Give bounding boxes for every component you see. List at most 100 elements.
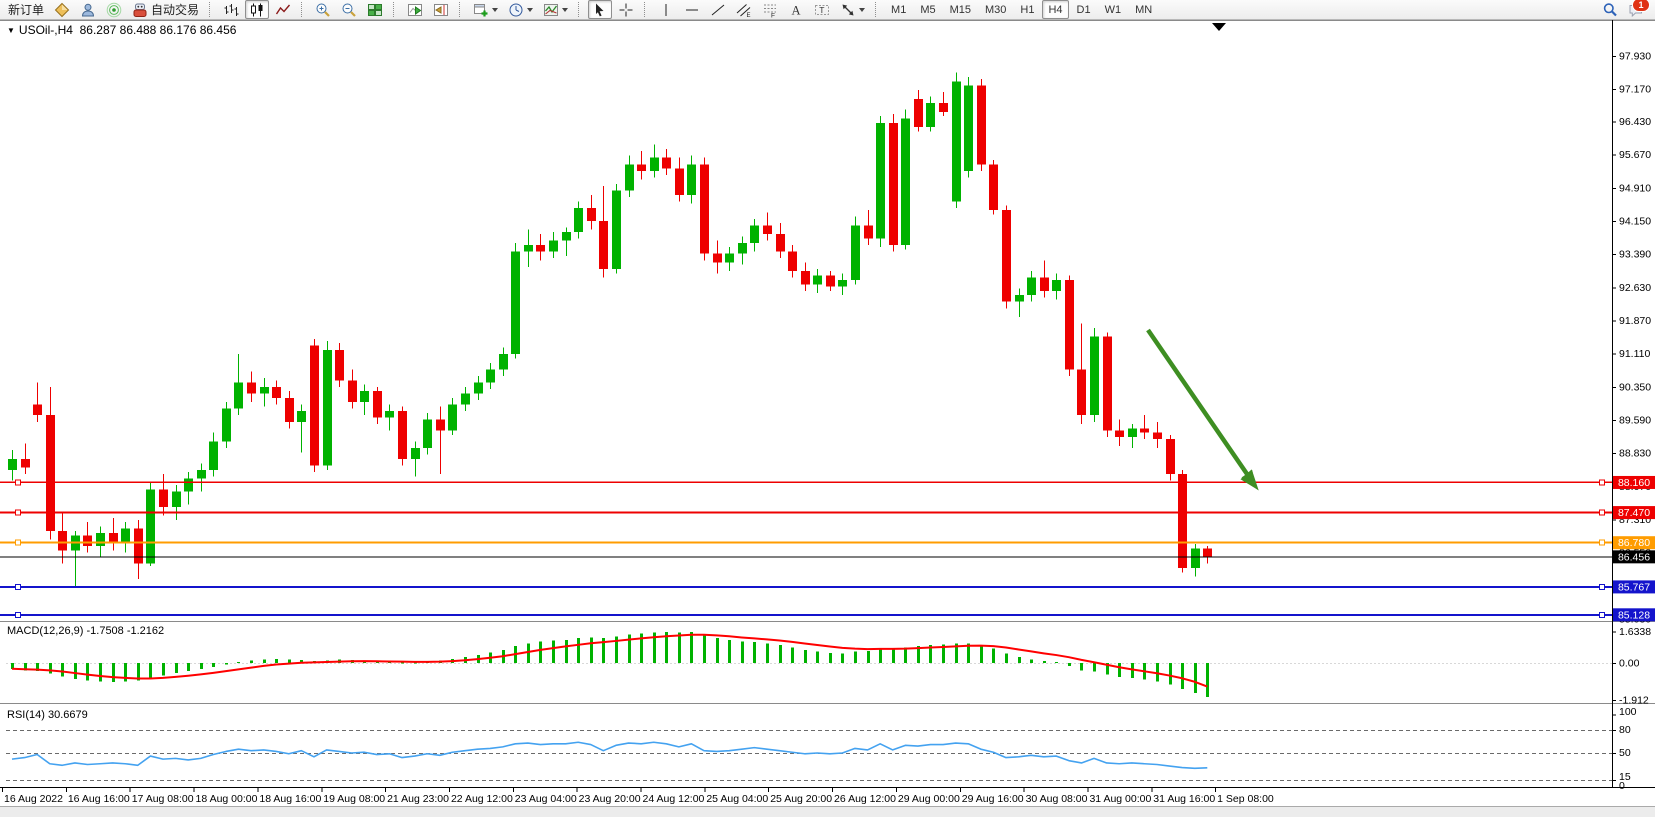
price-tick-label: 96.430 — [1619, 116, 1651, 128]
text-label-icon[interactable]: T — [810, 0, 834, 19]
zoom-in-icon[interactable] — [311, 0, 335, 19]
equidistant-channel-icon: E — [736, 2, 752, 18]
timeframe-button-mn[interactable]: MN — [1129, 0, 1158, 19]
timeframe-button-m5[interactable]: M5 — [914, 0, 941, 19]
time-tick-label: 1 Sep 08:00 — [1217, 793, 1274, 805]
price-tick-label: 95.670 — [1619, 149, 1651, 161]
zoom-out-icon — [341, 2, 357, 18]
line-handle[interactable] — [1600, 510, 1605, 515]
chart-shift-icon[interactable] — [429, 0, 453, 19]
macd-tick-label: 0.00 — [1619, 658, 1640, 670]
time-tick-label: 25 Aug 20:00 — [770, 793, 832, 805]
new-chart-icon[interactable] — [469, 0, 502, 19]
templates-icon[interactable] — [539, 0, 572, 19]
line-chart-icon[interactable] — [271, 0, 295, 19]
bottom-strip — [0, 806, 1655, 817]
toolbar-separator — [578, 2, 583, 17]
toolbar-separator — [875, 2, 880, 17]
text-label-icon: T — [814, 2, 830, 18]
cursor-icon[interactable] — [588, 0, 612, 19]
line-handle[interactable] — [16, 584, 21, 589]
time-tick-label: 18 Aug 00:00 — [196, 793, 258, 805]
arrows-icon — [840, 2, 856, 18]
time-tick-label: 18 Aug 16:00 — [259, 793, 321, 805]
price-tick-label: 89.590 — [1619, 415, 1651, 427]
rsi-tick-label: 80 — [1619, 724, 1631, 736]
tile-windows-icon[interactable] — [363, 0, 387, 19]
autotrading-button[interactable]: 自动交易 — [128, 0, 203, 19]
timeframe-button-h1[interactable]: H1 — [1014, 0, 1040, 19]
metaeditor-icon[interactable] — [50, 0, 74, 19]
timeframe-button-h4[interactable]: H4 — [1042, 0, 1068, 19]
timeframe-button-m15[interactable]: M15 — [944, 0, 977, 19]
time-tick-label: 31 Aug 00:00 — [1089, 793, 1151, 805]
price-badge-86.780: 86.780 — [1618, 537, 1650, 549]
line-handle[interactable] — [16, 510, 21, 515]
fibonacci-icon[interactable]: F — [758, 0, 782, 19]
line-handle[interactable] — [1600, 480, 1605, 485]
toolbar-separator — [644, 2, 649, 17]
time-tick-label: 16 Aug 16:00 — [68, 793, 130, 805]
timeframe-button-d1[interactable]: D1 — [1071, 0, 1097, 19]
chevron-down-icon — [859, 8, 865, 12]
arrows-icon[interactable] — [836, 0, 869, 19]
timeframe-button-m1[interactable]: M1 — [885, 0, 912, 19]
periods-icon[interactable] — [504, 0, 537, 19]
search-icon — [1602, 2, 1618, 18]
time-tick-label: 17 Aug 08:00 — [132, 793, 194, 805]
signals-icon — [106, 2, 122, 18]
time-tick-label: 24 Aug 12:00 — [643, 793, 705, 805]
text-icon[interactable]: A — [784, 0, 808, 19]
profile-icon[interactable] — [76, 0, 100, 19]
bar-chart-icon[interactable] — [219, 0, 243, 19]
equidistant-channel-icon[interactable]: E — [732, 0, 756, 19]
signals-icon[interactable] — [102, 0, 126, 19]
crosshair-icon — [618, 2, 634, 18]
search-icon[interactable] — [1598, 0, 1622, 19]
svg-text:T: T — [819, 4, 824, 14]
price-badge-86.456: 86.456 — [1618, 551, 1650, 563]
price-badge-87.470: 87.470 — [1618, 507, 1650, 519]
toolbar-separator — [209, 2, 214, 17]
time-tick-label: 16 Aug 2022 — [4, 793, 63, 805]
tile-windows-icon — [367, 2, 383, 18]
price-tick-label: 93.390 — [1619, 249, 1651, 261]
chart-background — [0, 20, 1655, 787]
time-tick-label: 21 Aug 23:00 — [387, 793, 449, 805]
notification-badge: 1 — [1632, 0, 1650, 12]
price-tick-label: 90.350 — [1619, 381, 1651, 393]
time-tick-label: 29 Aug 16:00 — [962, 793, 1024, 805]
timeframe-button-w1[interactable]: W1 — [1099, 0, 1128, 19]
trendline-icon — [710, 2, 726, 18]
price-badge-85.128: 85.128 — [1618, 609, 1650, 621]
crosshair-icon[interactable] — [614, 0, 638, 19]
zoom-out-icon[interactable] — [337, 0, 361, 19]
price-tick-label: 88.830 — [1619, 448, 1651, 460]
templates-icon — [543, 2, 559, 18]
fibonacci-icon: F — [762, 2, 778, 18]
line-handle[interactable] — [16, 540, 21, 545]
svg-text:A: A — [792, 3, 801, 17]
price-tick-label: 94.150 — [1619, 215, 1651, 227]
profile-icon — [80, 2, 96, 18]
horizontal-line-icon[interactable] — [680, 0, 704, 19]
line-handle[interactable] — [1600, 540, 1605, 545]
timeframe-button-m30[interactable]: M30 — [979, 0, 1012, 19]
trendline-icon[interactable] — [706, 0, 730, 19]
vertical-line-icon — [658, 2, 674, 18]
line-handle[interactable] — [1600, 612, 1605, 617]
chart-window[interactable]: 97.93097.17096.43095.67094.91094.15093.3… — [0, 0, 1655, 817]
new-order-button[interactable]: 新订单 — [1, 0, 48, 19]
notifications-icon[interactable]: 1 — [1624, 0, 1648, 19]
line-handle[interactable] — [16, 612, 21, 617]
line-handle[interactable] — [16, 480, 21, 485]
vertical-line-icon[interactable] — [654, 0, 678, 19]
time-tick-label: 31 Aug 16:00 — [1153, 793, 1215, 805]
auto-scroll-icon[interactable] — [403, 0, 427, 19]
zoom-in-icon — [315, 2, 331, 18]
candlestick-chart-icon[interactable] — [245, 0, 269, 19]
line-handle[interactable] — [1600, 584, 1605, 589]
time-tick-label: 26 Aug 12:00 — [834, 793, 896, 805]
svg-text:E: E — [747, 13, 751, 18]
chevron-down-icon — [527, 8, 533, 12]
